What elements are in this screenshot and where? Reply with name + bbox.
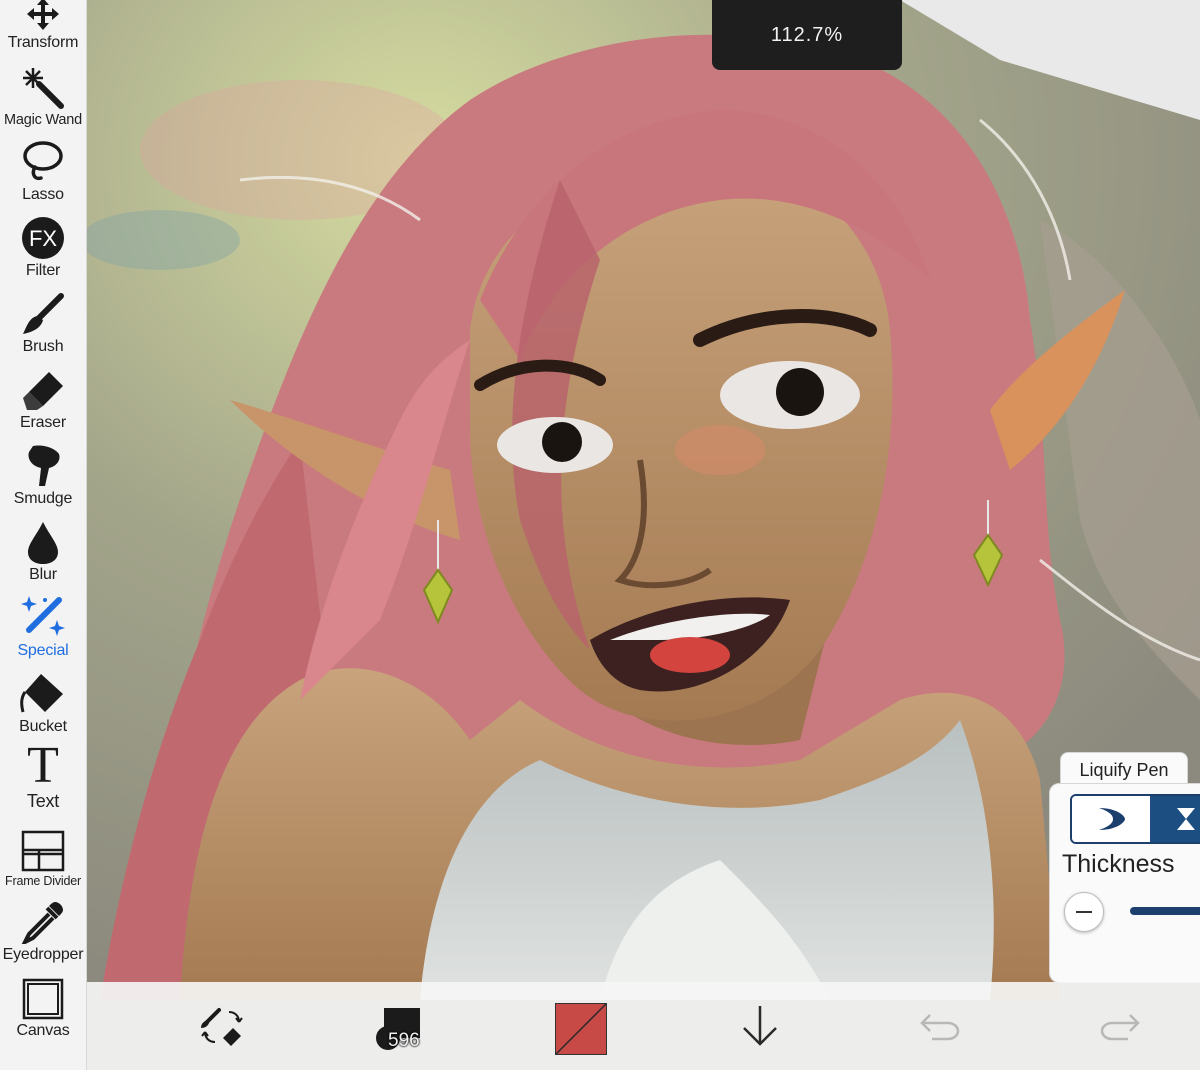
undo-button[interactable]	[907, 982, 973, 1070]
drawing-canvas[interactable]	[0, 0, 1200, 1070]
tool-blur[interactable]: Blur	[0, 508, 86, 584]
layer-down-arrow-icon	[743, 1006, 777, 1046]
tool-canvas[interactable]: Canvas	[0, 964, 86, 1040]
zoom-level-indicator: 112.7%	[712, 0, 902, 70]
tool-label: Transform	[7, 34, 79, 51]
thickness-label: Thickness	[1062, 850, 1175, 878]
smudge-finger-icon	[28, 445, 60, 486]
tool-label: Brush	[22, 338, 64, 355]
move-arrows-icon	[27, 0, 59, 30]
tool-label: Text	[26, 791, 60, 811]
fx-icon: FX	[22, 217, 64, 259]
liquify-mode-selector	[1070, 794, 1200, 844]
tool-transform[interactable]: Transform	[0, 0, 86, 52]
brush-size-button[interactable]: 596	[376, 1006, 428, 1054]
bucket-icon	[20, 674, 63, 713]
liquify-settings-panel: Thickness	[1049, 783, 1200, 983]
undo-icon	[920, 1014, 960, 1041]
sparkle-pen-icon	[21, 596, 65, 636]
tool-label: Canvas	[16, 1022, 70, 1039]
painting-artwork	[0, 0, 1200, 1070]
hourglass-pinch-icon	[1177, 808, 1195, 830]
zoom-value: 112.7%	[770, 23, 844, 46]
lasso-icon	[23, 141, 63, 181]
tool-brush[interactable]: Brush	[0, 280, 86, 356]
brush-eraser-swap-button[interactable]	[187, 982, 257, 1070]
text-t-icon: T	[27, 737, 59, 794]
tool-magic-wand[interactable]: Magic Wand	[0, 52, 86, 128]
brush-icon	[23, 293, 64, 334]
thickness-slider[interactable]	[1130, 907, 1200, 915]
tool-label: Eyedropper	[2, 946, 84, 963]
tool-label: Magic Wand	[3, 112, 83, 128]
tool-label: Frame Divider	[5, 874, 81, 888]
droplet-icon	[28, 522, 58, 564]
tool-filter[interactable]: FX Filter	[0, 204, 86, 280]
redo-icon	[1100, 1014, 1140, 1041]
canvas-square-icon	[22, 978, 64, 1020]
tool-text[interactable]: T Text	[0, 736, 86, 812]
layer-down-button[interactable]	[727, 982, 793, 1070]
tool-sidebar: Transform Magic Wand Lasso FX Filter Bru…	[0, 0, 87, 1070]
tool-label: Eraser	[20, 414, 66, 431]
brush-size-value: 596	[388, 1030, 420, 1051]
redo-button[interactable]	[1087, 982, 1153, 1070]
tool-label: Smudge	[13, 490, 73, 507]
eraser-icon	[23, 372, 63, 410]
current-color-swatch[interactable]	[555, 1003, 607, 1055]
tool-label: Filter	[25, 262, 61, 279]
liquify-pen-tab[interactable]: Liquify Pen	[1060, 752, 1188, 787]
tool-smudge[interactable]: Smudge	[0, 432, 86, 508]
color-slash-icon	[555, 1003, 607, 1055]
tool-lasso[interactable]: Lasso	[0, 128, 86, 204]
fx-glyph: FX	[29, 226, 57, 251]
tool-special[interactable]: Special	[0, 584, 86, 660]
tool-label: Blur	[29, 566, 57, 583]
tool-label: Bucket	[19, 718, 67, 735]
minus-icon	[1076, 911, 1092, 913]
magic-wand-icon	[23, 68, 64, 109]
thickness-decrease-button[interactable]	[1064, 892, 1104, 932]
liquify-mode-push[interactable]	[1072, 796, 1150, 842]
liquify-tab-label: Liquify Pen	[1079, 759, 1169, 780]
brush-eraser-swap-icon	[201, 1008, 243, 1046]
liquify-mode-pinch[interactable]	[1150, 796, 1200, 842]
crescent-push-icon	[1099, 808, 1125, 830]
tool-frame-divider[interactable]: Frame Divider	[0, 812, 86, 888]
tool-eyedropper[interactable]: Eyedropper	[0, 888, 86, 964]
bottom-toolbar: 596	[87, 982, 1200, 1070]
tool-bucket[interactable]: Bucket	[0, 660, 86, 736]
tool-label: Special	[17, 642, 69, 659]
frame-divider-icon	[21, 830, 65, 872]
tool-label: Lasso	[22, 186, 64, 203]
tool-eraser[interactable]: Eraser	[0, 356, 86, 432]
eyedropper-icon	[21, 902, 63, 944]
